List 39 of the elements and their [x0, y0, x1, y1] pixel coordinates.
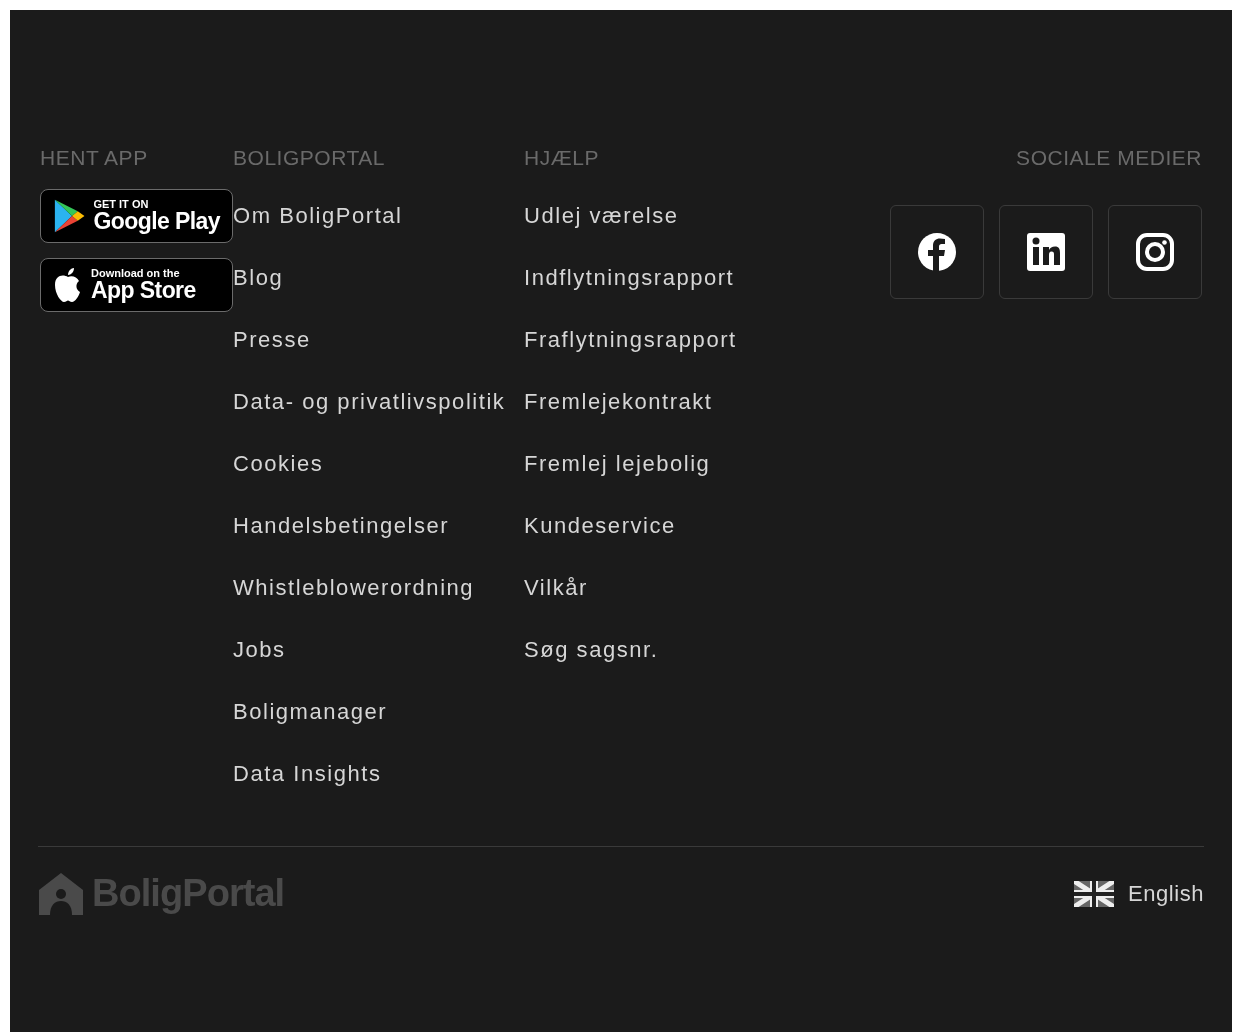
footer-link[interactable]: Jobs — [233, 630, 508, 669]
linkedin-icon — [1026, 232, 1066, 272]
column-heading: SOCIALE MEDIER — [1016, 147, 1202, 168]
uk-flag-icon — [1074, 880, 1114, 907]
footer-link[interactable]: Søg sagsnr. — [524, 630, 890, 669]
footer-link[interactable]: Cookies — [233, 444, 508, 483]
footer-link[interactable]: Handelsbetingelser — [233, 506, 508, 545]
store-badge[interactable]: Download on the App Store — [40, 258, 233, 312]
instagram-icon — [1135, 232, 1175, 272]
footer-link[interactable]: Indflytningsrapport — [524, 258, 890, 297]
play-triangle-icon — [53, 198, 86, 234]
footer-link[interactable]: Boligmanager — [233, 692, 508, 731]
footer-link[interactable]: Kundeservice — [524, 506, 890, 545]
badge-caption: GET IT ON — [93, 199, 150, 210]
footer-link[interactable]: Data Insights — [233, 754, 508, 793]
footer-link[interactable]: Udlej værelse — [524, 196, 890, 235]
footer-link[interactable]: Blog — [233, 258, 508, 297]
footer-link[interactable]: Fremlejekontrakt — [524, 382, 890, 421]
column-heading: HJÆLP — [524, 147, 600, 168]
badge-title: App Store — [91, 279, 196, 302]
footer-link[interactable]: Presse — [233, 320, 508, 359]
column-heading: BOLIGPORTAL — [233, 147, 387, 168]
badge-title: Google Play — [93, 210, 220, 233]
footer-link[interactable]: Fremlej lejebolig — [524, 444, 890, 483]
language-link[interactable]: English — [1128, 877, 1204, 910]
footer-link[interactable]: Fraflytningsrapport — [524, 320, 890, 359]
social-link[interactable] — [1108, 205, 1202, 299]
facebook-icon — [917, 232, 957, 272]
house-icon — [38, 871, 84, 916]
footer-link[interactable]: Data- og privatlivspolitik — [233, 382, 508, 421]
footer-link[interactable]: Whistleblowerordning — [233, 568, 508, 607]
social-link[interactable] — [999, 205, 1093, 299]
column-heading: HENT APP — [40, 147, 149, 168]
footer-link[interactable]: Vilkår — [524, 568, 890, 607]
footer-link[interactable]: Om BoligPortal — [233, 196, 508, 235]
store-badge[interactable]: GET IT ON Google Play — [40, 189, 233, 243]
apple-icon — [53, 267, 83, 303]
badge-caption: Download on the — [91, 268, 181, 279]
social-link[interactable] — [890, 205, 984, 299]
